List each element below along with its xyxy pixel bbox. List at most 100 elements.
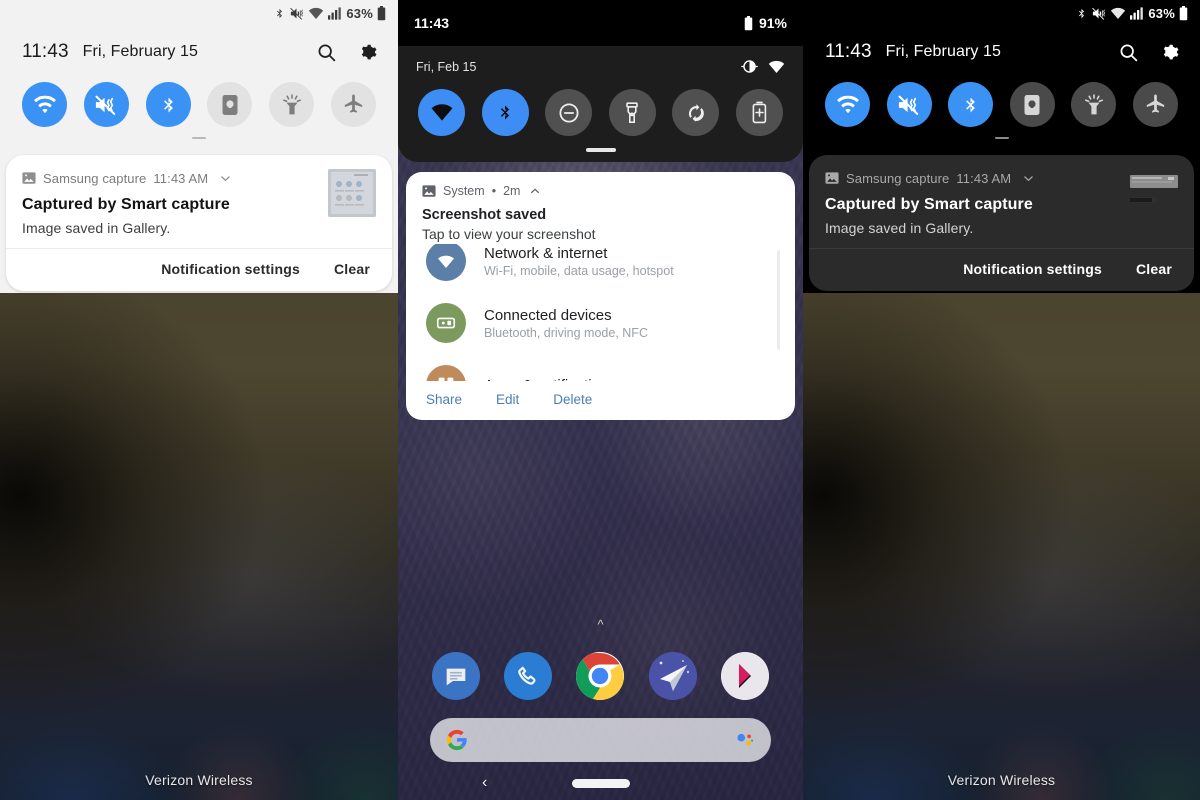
preview-row-desc: Wi-Fi, mobile, data usage, hotspot — [484, 263, 674, 278]
airplane-icon — [1146, 94, 1165, 113]
devices-icon — [426, 303, 466, 343]
clock-time: 11:43 — [414, 15, 450, 31]
maps-navigation-app-icon[interactable] — [648, 652, 697, 700]
notification-card[interactable]: Samsung capture 11:43 AM Captured by Sma… — [6, 155, 392, 291]
toggle-bluetooth[interactable] — [481, 89, 529, 136]
notification-actions: Notification settings Clear — [809, 248, 1194, 291]
screenshot-thumbnail[interactable] — [328, 169, 376, 217]
toggle-bluetooth[interactable] — [145, 82, 191, 127]
media-app-icon[interactable] — [720, 652, 769, 700]
flashlight-icon — [626, 101, 639, 123]
preview-scrollbar — [777, 250, 780, 350]
battery-icon — [377, 5, 386, 20]
edit-button[interactable]: Edit — [496, 392, 519, 407]
brightness-icon[interactable] — [741, 58, 758, 75]
clock-date: Fri, Feb 15 — [416, 59, 477, 74]
toggle-sound-mode[interactable] — [886, 82, 932, 127]
battery-saver-icon — [752, 101, 767, 124]
toggle-flashlight[interactable] — [608, 89, 656, 136]
phone-app-icon[interactable] — [504, 652, 553, 700]
notification-app-name: Samsung capture — [846, 170, 950, 186]
toggle-airplane[interactable] — [1132, 82, 1178, 127]
mute-vibrate-icon — [1092, 7, 1106, 20]
clear-button[interactable]: Clear — [334, 261, 370, 277]
notification-text: Image saved in Gallery. — [825, 220, 974, 236]
toggle-flashlight[interactable] — [1071, 82, 1117, 127]
toggle-wifi[interactable] — [418, 89, 465, 136]
notification-time: 11:43 AM — [153, 170, 209, 186]
settings-button[interactable] — [1159, 42, 1180, 63]
messages-app-icon[interactable] — [432, 652, 481, 700]
clear-button[interactable]: Clear — [1136, 261, 1172, 277]
status-bar: 63% — [803, 0, 1200, 26]
toggle-bluetooth[interactable] — [948, 82, 994, 127]
notification-body: Samsung capture 11:43 AM Captured by Sma… — [809, 155, 1194, 248]
thumbnail-preview — [1130, 175, 1178, 203]
preview-row: Apps & notifications — [426, 354, 781, 381]
quick-settings-sheet-dark: 63% 11:43 Fri, February 15 Samsung captu… — [803, 0, 1200, 293]
search-button[interactable] — [1118, 42, 1139, 63]
chevron-down-icon[interactable] — [219, 172, 232, 185]
wifi-icon — [1111, 7, 1126, 19]
preview-row: Network & internet Wi-Fi, mobile, data u… — [426, 244, 781, 292]
notification-time: 2m — [503, 184, 521, 198]
screenshot-thumbnail[interactable] — [1130, 169, 1178, 217]
toggle-do-not-disturb[interactable] — [545, 89, 593, 136]
panel-drag-handle[interactable] — [803, 127, 1200, 147]
notification-app-name: Samsung capture — [43, 170, 147, 186]
toggle-wifi[interactable] — [825, 82, 870, 127]
screenshot-preview[interactable]: Network & internet Wi-Fi, mobile, data u… — [426, 244, 781, 381]
share-button[interactable]: Share — [426, 392, 462, 407]
wifi-icon — [309, 7, 324, 19]
google-search-bar[interactable] — [430, 718, 771, 762]
navigation-bar: ‹ — [398, 766, 803, 800]
gear-icon — [361, 44, 377, 59]
apps-icon — [426, 365, 466, 381]
quick-settings-toggles — [398, 75, 803, 136]
panel-drag-handle[interactable] — [0, 127, 398, 147]
settings-button[interactable] — [357, 42, 378, 63]
do-not-disturb-icon — [559, 102, 579, 123]
panel-drag-handle[interactable] — [398, 136, 803, 162]
toggle-airplane[interactable] — [330, 82, 376, 127]
google-assistant-icon — [737, 733, 754, 746]
chrome-app-icon[interactable] — [576, 652, 625, 700]
carrier-label: Verizon Wireless — [145, 772, 253, 788]
toggle-flashlight[interactable] — [269, 82, 315, 127]
chevron-down-icon[interactable] — [1022, 172, 1035, 185]
toggle-screen-lock[interactable] — [1009, 82, 1055, 127]
battery-icon — [1179, 5, 1188, 20]
back-chevron-icon[interactable]: ‹ — [482, 774, 487, 792]
notification-card[interactable]: System • 2m Screenshot saved Tap to view… — [406, 172, 795, 420]
quick-settings-header: 11:43 Fri, February 15 — [0, 26, 398, 70]
notification-time: 11:43 AM — [956, 170, 1012, 186]
toggle-wifi[interactable] — [22, 82, 67, 127]
notification-settings-button[interactable]: Notification settings — [161, 261, 300, 277]
search-button[interactable] — [316, 42, 337, 63]
quick-settings-header: Fri, Feb 15 — [398, 54, 803, 75]
preview-row-title: Apps & notifications — [484, 377, 616, 382]
signal-icon — [328, 6, 342, 20]
notification-separator: • — [491, 184, 497, 198]
preview-row-title: Network & internet — [484, 244, 608, 262]
bluetooth-icon — [500, 105, 510, 120]
delete-button[interactable]: Delete — [553, 392, 592, 407]
toggle-auto-rotate[interactable] — [672, 89, 720, 136]
preview-row-desc: Bluetooth, driving mode, NFC — [484, 325, 648, 340]
notification-card[interactable]: Samsung capture 11:43 AM Captured by Sma… — [809, 155, 1194, 291]
toggle-battery-saver[interactable] — [735, 89, 783, 136]
chevron-up-icon[interactable] — [529, 185, 541, 197]
clock-time: 11:43 — [22, 41, 69, 62]
toggle-screen-lock[interactable] — [207, 82, 253, 127]
home-gesture-pill[interactable] — [571, 778, 630, 788]
search-icon — [1120, 44, 1138, 61]
app-drawer-chevron-up-icon[interactable]: ^ — [398, 617, 803, 632]
notification-settings-button[interactable]: Notification settings — [963, 261, 1102, 277]
quick-settings-header: 11:43 Fri, February 15 — [803, 26, 1200, 70]
quick-settings-toggles — [803, 70, 1200, 127]
notification-subtitle: Tap to view your screenshot — [422, 226, 596, 242]
toggle-sound-mode[interactable] — [83, 82, 129, 127]
wifi-icon — [33, 95, 56, 114]
notification-app-name: System — [443, 184, 485, 198]
clock-date: Fri, February 15 — [885, 43, 1002, 60]
